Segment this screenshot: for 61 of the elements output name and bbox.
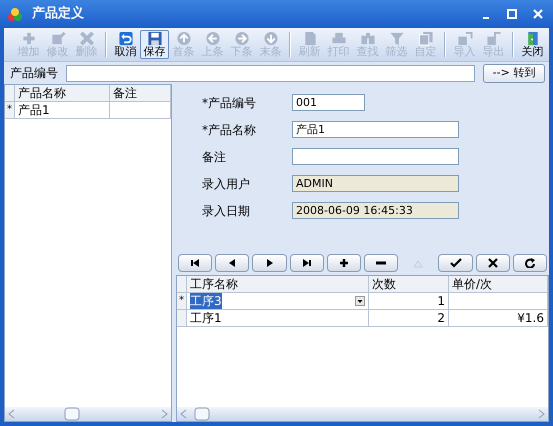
window-title: 产品定义 <box>32 4 85 24</box>
table-cell: 产品1 <box>15 102 110 119</box>
toolbar-button[interactable]: 保存 <box>140 30 169 59</box>
column-header[interactable]: 备注 <box>110 85 171 102</box>
dropdown-icon[interactable] <box>355 296 365 306</box>
header-corner <box>177 276 187 293</box>
table-cell: 1 <box>369 293 449 310</box>
row-indicator: * <box>5 102 15 119</box>
navigator-button[interactable] <box>178 254 212 272</box>
selected-text: 工序3 <box>190 293 222 309</box>
funnel-icon <box>388 31 406 46</box>
navigator-button[interactable] <box>326 254 362 272</box>
field-label: 录入日期 <box>202 202 251 220</box>
table-cell: ¥1.6 <box>449 310 548 327</box>
navigator-button[interactable] <box>290 254 324 272</box>
navigator-button[interactable] <box>364 254 398 272</box>
navigator-button[interactable] <box>476 254 510 272</box>
navigator-button[interactable] <box>512 254 548 272</box>
row-indicator: * <box>177 293 187 310</box>
column-header[interactable]: 工序名称 <box>187 276 369 293</box>
cell-editor[interactable]: 工序3 <box>187 293 369 310</box>
input-field[interactable]: ADMIN <box>292 175 459 192</box>
input-field[interactable]: 产品1 <box>292 121 459 138</box>
pages-icon <box>416 31 434 46</box>
check-icon <box>450 258 462 268</box>
search-label: 产品编号 <box>10 65 58 82</box>
navigator-button[interactable] <box>438 254 473 272</box>
empty-cell <box>110 102 171 119</box>
last-record-icon <box>300 258 313 268</box>
table-cell: 工序1 <box>187 310 369 327</box>
field-label: *产品编号 <box>202 94 257 112</box>
app-logo-icon <box>6 6 24 22</box>
field-label: *产品名称 <box>202 122 257 138</box>
field-label: 备注 <box>202 148 227 166</box>
first-record-icon <box>189 258 202 268</box>
refresh-icon <box>524 258 536 268</box>
import-icon <box>456 31 474 46</box>
navigator-button[interactable] <box>252 254 287 272</box>
delete-icon <box>78 31 96 46</box>
toolbar-button[interactable]: 关闭 <box>518 30 547 59</box>
navigator-button[interactable] <box>215 254 250 272</box>
row-indicator <box>177 310 187 327</box>
binoculars-icon <box>358 31 376 46</box>
undo-icon <box>116 31 134 46</box>
up-triangle-icon <box>412 258 424 268</box>
field-label: 录入用户 <box>202 176 251 192</box>
go-to-button[interactable]: --> 转到 <box>483 64 545 82</box>
input-field[interactable] <box>292 148 459 165</box>
search-field[interactable] <box>66 64 475 82</box>
plus-icon <box>338 258 350 268</box>
column-header[interactable]: 产品名称 <box>15 85 110 102</box>
column-header[interactable]: 次数 <box>369 276 449 293</box>
input-field[interactable]: 2008-06-09 16:45:33 <box>292 202 459 219</box>
export-icon <box>484 31 502 46</box>
toolbar-button[interactable]: 取消 <box>111 30 140 59</box>
column-header[interactable]: 单价/次 <box>449 276 548 293</box>
cross-icon <box>486 258 499 268</box>
table-cell: 2 <box>369 310 449 327</box>
input-field[interactable]: 001 <box>292 94 365 111</box>
header-corner <box>5 85 15 102</box>
printer-icon <box>330 31 348 46</box>
